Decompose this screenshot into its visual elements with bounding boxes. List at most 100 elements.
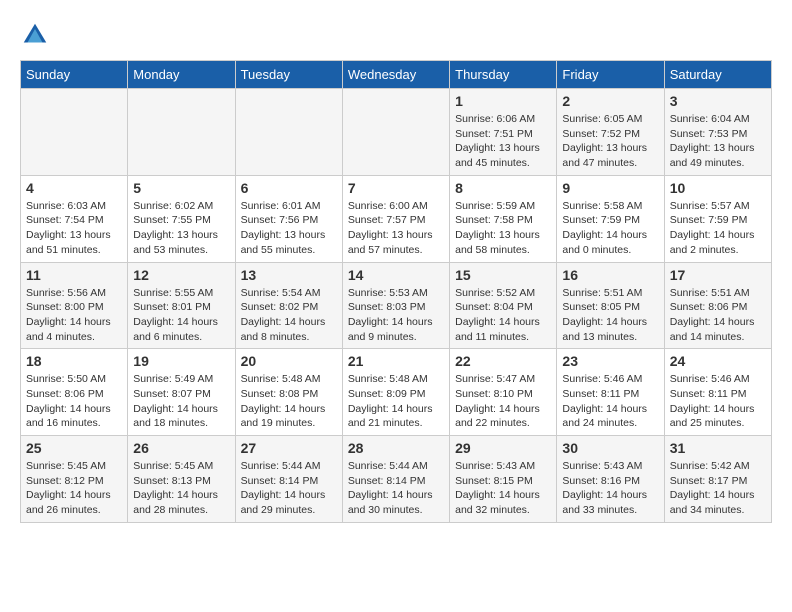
day-info: Sunrise: 5:43 AMSunset: 8:16 PMDaylight:… [562,459,658,518]
week-row-4: 18 Sunrise: 5:50 AMSunset: 8:06 PMDayligh… [21,349,772,436]
day-number: 2 [562,93,658,109]
day-info: Sunrise: 5:48 AMSunset: 8:08 PMDaylight:… [241,372,337,431]
day-info: Sunrise: 6:04 AMSunset: 7:53 PMDaylight:… [670,112,766,171]
week-row-3: 11 Sunrise: 5:56 AMSunset: 8:00 PMDayligh… [21,262,772,349]
day-number: 28 [348,440,444,456]
logo-icon [20,20,50,50]
calendar-cell: 16 Sunrise: 5:51 AMSunset: 8:05 PMDayligh… [557,262,664,349]
day-number: 29 [455,440,551,456]
calendar-cell: 9 Sunrise: 5:58 AMSunset: 7:59 PMDaylight… [557,175,664,262]
calendar-cell: 5 Sunrise: 6:02 AMSunset: 7:55 PMDaylight… [128,175,235,262]
calendar-cell: 20 Sunrise: 5:48 AMSunset: 8:08 PMDayligh… [235,349,342,436]
day-info: Sunrise: 5:52 AMSunset: 8:04 PMDaylight:… [455,286,551,345]
calendar-cell: 21 Sunrise: 5:48 AMSunset: 8:09 PMDayligh… [342,349,449,436]
calendar-cell: 8 Sunrise: 5:59 AMSunset: 7:58 PMDaylight… [450,175,557,262]
day-info: Sunrise: 5:46 AMSunset: 8:11 PMDaylight:… [562,372,658,431]
calendar-cell: 19 Sunrise: 5:49 AMSunset: 8:07 PMDayligh… [128,349,235,436]
calendar-cell: 14Sunrise: 5:53 AMSunset: 8:03 PMDayligh… [342,262,449,349]
day-info: Sunrise: 5:43 AMSunset: 8:15 PMDaylight:… [455,459,551,518]
day-info: Sunrise: 5:49 AMSunset: 8:07 PMDaylight:… [133,372,229,431]
day-info: Sunrise: 5:47 AMSunset: 8:10 PMDaylight:… [455,372,551,431]
day-info: Sunrise: 5:45 AMSunset: 8:12 PMDaylight:… [26,459,122,518]
day-number: 14 [348,267,444,283]
day-number: 18 [26,353,122,369]
header [20,20,772,50]
day-info: Sunrise: 5:48 AMSunset: 8:09 PMDaylight:… [348,372,444,431]
day-info: Sunrise: 5:55 AMSunset: 8:01 PMDaylight:… [133,286,229,345]
day-number: 9 [562,180,658,196]
day-info: Sunrise: 6:05 AMSunset: 7:52 PMDaylight:… [562,112,658,171]
calendar-cell: 29 Sunrise: 5:43 AMSunset: 8:15 PMDayligh… [450,436,557,523]
day-number: 22 [455,353,551,369]
weekday-header-sunday: Sunday [21,61,128,89]
calendar-cell: 12 Sunrise: 5:55 AMSunset: 8:01 PMDayligh… [128,262,235,349]
weekday-header-tuesday: Tuesday [235,61,342,89]
calendar-cell: 4Sunrise: 6:03 AMSunset: 7:54 PMDaylight… [21,175,128,262]
day-info: Sunrise: 6:01 AMSunset: 7:56 PMDaylight:… [241,199,337,258]
day-info: Sunrise: 5:42 AMSunset: 8:17 PMDaylight:… [670,459,766,518]
day-number: 13 [241,267,337,283]
calendar-cell: 15 Sunrise: 5:52 AMSunset: 8:04 PMDayligh… [450,262,557,349]
day-number: 4 [26,180,122,196]
day-number: 12 [133,267,229,283]
day-info: Sunrise: 6:06 AMSunset: 7:51 PMDaylight:… [455,112,551,171]
calendar-container: SundayMondayTuesdayWednesdayThursdayFrid… [0,0,792,533]
day-number: 17 [670,267,766,283]
day-number: 15 [455,267,551,283]
week-row-2: 4Sunrise: 6:03 AMSunset: 7:54 PMDaylight… [21,175,772,262]
day-number: 3 [670,93,766,109]
calendar-cell: 2 Sunrise: 6:05 AMSunset: 7:52 PMDaylight… [557,89,664,176]
week-row-1: 1Sunrise: 6:06 AMSunset: 7:51 PMDaylight… [21,89,772,176]
calendar-cell: 11 Sunrise: 5:56 AMSunset: 8:00 PMDayligh… [21,262,128,349]
weekday-header-thursday: Thursday [450,61,557,89]
day-number: 20 [241,353,337,369]
day-info: Sunrise: 5:44 AMSunset: 8:14 PMDaylight:… [348,459,444,518]
day-number: 19 [133,353,229,369]
day-info: Sunrise: 5:50 AMSunset: 8:06 PMDaylight:… [26,372,122,431]
day-number: 31 [670,440,766,456]
day-info: Sunrise: 6:02 AMSunset: 7:55 PMDaylight:… [133,199,229,258]
day-number: 6 [241,180,337,196]
day-info: Sunrise: 5:58 AMSunset: 7:59 PMDaylight:… [562,199,658,258]
calendar-cell: 1Sunrise: 6:06 AMSunset: 7:51 PMDaylight… [450,89,557,176]
calendar-cell: 28 Sunrise: 5:44 AMSunset: 8:14 PMDayligh… [342,436,449,523]
day-info: Sunrise: 5:57 AMSunset: 7:59 PMDaylight:… [670,199,766,258]
calendar-cell: 30Sunrise: 5:43 AMSunset: 8:16 PMDayligh… [557,436,664,523]
day-info: Sunrise: 5:59 AMSunset: 7:58 PMDaylight:… [455,199,551,258]
day-number: 11 [26,267,122,283]
week-row-5: 25 Sunrise: 5:45 AMSunset: 8:12 PMDayligh… [21,436,772,523]
calendar-cell: 24 Sunrise: 5:46 AMSunset: 8:11 PMDayligh… [664,349,771,436]
day-number: 10 [670,180,766,196]
calendar-cell: 13Sunrise: 5:54 AMSunset: 8:02 PMDayligh… [235,262,342,349]
calendar-cell: 22 Sunrise: 5:47 AMSunset: 8:10 PMDayligh… [450,349,557,436]
day-number: 27 [241,440,337,456]
calendar-cell: 25 Sunrise: 5:45 AMSunset: 8:12 PMDayligh… [21,436,128,523]
weekday-header-monday: Monday [128,61,235,89]
day-number: 16 [562,267,658,283]
day-number: 25 [26,440,122,456]
calendar-cell: 31 Sunrise: 5:42 AMSunset: 8:17 PMDayligh… [664,436,771,523]
day-info: Sunrise: 6:00 AMSunset: 7:57 PMDaylight:… [348,199,444,258]
weekday-header-friday: Friday [557,61,664,89]
day-info: Sunrise: 5:46 AMSunset: 8:11 PMDaylight:… [670,372,766,431]
day-info: Sunrise: 5:56 AMSunset: 8:00 PMDaylight:… [26,286,122,345]
day-info: Sunrise: 5:44 AMSunset: 8:14 PMDaylight:… [241,459,337,518]
calendar-cell [128,89,235,176]
calendar-table: SundayMondayTuesdayWednesdayThursdayFrid… [20,60,772,523]
calendar-cell: 10 Sunrise: 5:57 AMSunset: 7:59 PMDayligh… [664,175,771,262]
day-number: 24 [670,353,766,369]
day-number: 5 [133,180,229,196]
calendar-body: 1Sunrise: 6:06 AMSunset: 7:51 PMDaylight… [21,89,772,523]
calendar-header: SundayMondayTuesdayWednesdayThursdayFrid… [21,61,772,89]
day-number: 8 [455,180,551,196]
calendar-cell: 17 Sunrise: 5:51 AMSunset: 8:06 PMDayligh… [664,262,771,349]
day-number: 23 [562,353,658,369]
calendar-cell: 18 Sunrise: 5:50 AMSunset: 8:06 PMDayligh… [21,349,128,436]
day-info: Sunrise: 5:51 AMSunset: 8:06 PMDaylight:… [670,286,766,345]
weekday-header-row: SundayMondayTuesdayWednesdayThursdayFrid… [21,61,772,89]
calendar-cell [235,89,342,176]
calendar-cell [342,89,449,176]
day-number: 21 [348,353,444,369]
day-info: Sunrise: 5:51 AMSunset: 8:05 PMDaylight:… [562,286,658,345]
day-number: 26 [133,440,229,456]
